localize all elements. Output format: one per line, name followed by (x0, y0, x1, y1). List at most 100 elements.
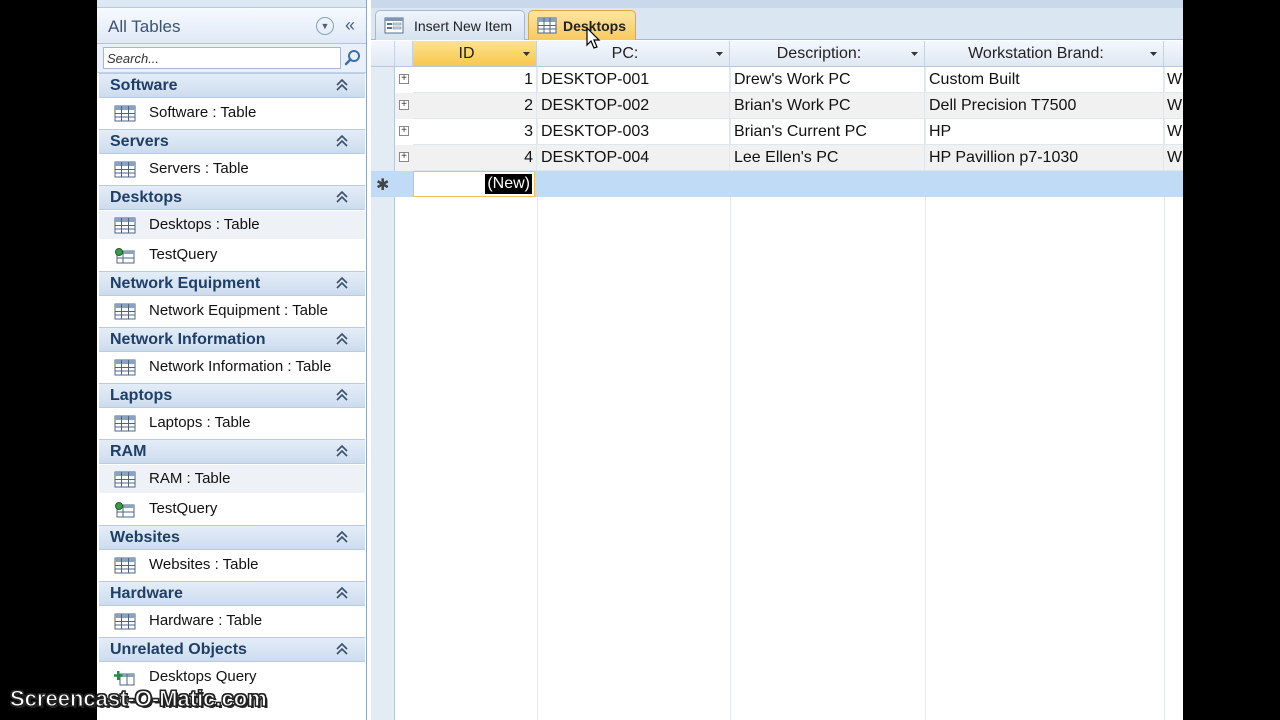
nav-header[interactable]: All Tables ▼ « (97, 8, 366, 44)
collapse-group-icon[interactable] (335, 443, 349, 459)
cell-description[interactable]: Brian's Work PC (730, 93, 925, 119)
nav-search-input[interactable] (103, 47, 341, 69)
table-row[interactable]: +1 DESKTOP-001 Drew's Work PC Custom Built W (395, 67, 1183, 93)
cell-workstation-brand[interactable]: HP Pavillion p7-1030 (925, 145, 1164, 171)
nav-group-label: Laptops (110, 387, 173, 404)
column-header-pc[interactable]: PC: (537, 41, 730, 67)
cell-workstation-brand-text: HP Pavillion p7-1030 (929, 149, 1079, 166)
sort-filter-arrow-icon[interactable] (911, 52, 918, 56)
nav-group-header[interactable]: Websites (99, 525, 365, 550)
cell-id[interactable]: 3 (413, 119, 537, 145)
record-selector[interactable] (371, 145, 395, 171)
sort-filter-arrow-icon[interactable] (716, 52, 723, 56)
nav-item[interactable]: TestQuery (99, 241, 365, 269)
new-record-row[interactable]: ✱ (New) (371, 171, 1183, 197)
nav-item[interactable]: Network Equipment : Table (99, 297, 365, 325)
nav-item-label: Laptops : Table (149, 414, 251, 431)
cell-pc[interactable]: DESKTOP-003 (537, 119, 730, 145)
collapse-group-icon[interactable] (335, 275, 349, 291)
cell-next-column-text: W (1167, 149, 1183, 166)
nav-group-header[interactable]: Software (99, 73, 365, 98)
nav-group-header[interactable]: Desktops (99, 185, 365, 210)
collapse-group-icon[interactable] (335, 641, 349, 657)
table-icon (114, 471, 136, 488)
document-tab-bar: Insert New Item Desktops (371, 0, 1183, 40)
cell-next-column[interactable]: W (1164, 93, 1183, 119)
nav-item[interactable]: Desktops : Table (99, 211, 365, 239)
column-header-workstation-brand[interactable]: Workstation Brand: (925, 41, 1164, 67)
select-all-corner[interactable] (371, 41, 395, 67)
expand-subdatasheet-icon[interactable]: + (399, 100, 409, 110)
column-header-description-label: Description: (776, 45, 862, 62)
nav-title[interactable]: All Tables (108, 17, 180, 37)
cell-id[interactable]: 4 (413, 145, 537, 171)
collapse-group-icon[interactable] (335, 331, 349, 347)
nav-item[interactable]: Software : Table (99, 99, 365, 127)
query-icon (114, 247, 136, 264)
cell-next-column-text: W (1167, 97, 1183, 114)
navigation-pane: All Tables ▼ « Software Software : Table S… (97, 0, 367, 720)
cell-workstation-brand[interactable]: Dell Precision T7500 (925, 93, 1164, 119)
collapse-group-icon[interactable] (335, 133, 349, 149)
expand-subdatasheet-icon[interactable]: + (399, 74, 409, 84)
nav-item[interactable]: Servers : Table (99, 155, 365, 183)
table-icon (114, 613, 136, 630)
cell-workstation-brand[interactable]: HP (925, 119, 1164, 145)
record-selector[interactable] (371, 119, 395, 145)
new-record-id-text: (New) (485, 174, 532, 194)
expand-subdatasheet-icon[interactable]: + (399, 126, 409, 136)
expand-subdatasheet-icon[interactable]: + (399, 152, 409, 162)
record-selector[interactable] (371, 93, 395, 119)
cell-description-text: Brian's Work PC (734, 97, 851, 114)
nav-group-header[interactable]: Network Information (99, 327, 365, 352)
nav-item[interactable]: RAM : Table (99, 465, 365, 493)
nav-item[interactable]: Laptops : Table (99, 409, 365, 437)
nav-item[interactable]: TestQuery (99, 495, 365, 523)
cell-workstation-brand[interactable]: Custom Built (925, 67, 1164, 93)
sort-filter-arrow-icon[interactable] (1150, 52, 1157, 56)
collapse-group-icon[interactable] (335, 77, 349, 93)
cell-next-column[interactable]: W (1164, 145, 1183, 171)
table-row[interactable]: +4 DESKTOP-004 Lee Ellen's PC HP Pavillion … (395, 145, 1183, 171)
collapse-group-icon[interactable] (335, 387, 349, 403)
nav-group-header[interactable]: Unrelated Objects (99, 637, 365, 662)
collapse-group-icon[interactable] (335, 529, 349, 545)
nav-collapse-icon[interactable]: « (341, 16, 359, 35)
nav-group-header[interactable]: Hardware (99, 581, 365, 606)
tab-desktops[interactable]: Desktops (528, 10, 636, 40)
cell-description[interactable]: Brian's Current PC (730, 119, 925, 145)
cell-id[interactable]: 1 (413, 67, 537, 93)
column-header-description[interactable]: Description: (730, 41, 925, 67)
column-header-id[interactable]: ID (413, 41, 537, 67)
cell-pc[interactable]: DESKTOP-004 (537, 145, 730, 171)
new-record-id-cell[interactable]: (New) (413, 171, 535, 197)
nav-item[interactable]: Hardware : Table (99, 607, 365, 635)
nav-menu-chevron-icon[interactable]: ▼ (316, 17, 334, 35)
table-row[interactable]: +2 DESKTOP-002 Brian's Work PC Dell Precisi… (395, 93, 1183, 119)
column-header-next[interactable] (1164, 41, 1183, 67)
cell-pc[interactable]: DESKTOP-002 (537, 93, 730, 119)
nav-item[interactable]: Network Information : Table (99, 353, 365, 381)
cell-id[interactable]: 2 (413, 93, 537, 119)
cell-next-column[interactable]: W (1164, 67, 1183, 93)
cell-description[interactable]: Drew's Work PC (730, 67, 925, 93)
cell-next-column[interactable]: W (1164, 119, 1183, 145)
nav-item-label: Network Information : Table (149, 358, 332, 375)
cell-pc[interactable]: DESKTOP-001 (537, 67, 730, 93)
tab-insert-new-item[interactable]: Insert New Item (375, 10, 525, 40)
cell-description[interactable]: Lee Ellen's PC (730, 145, 925, 171)
collapse-group-icon[interactable] (335, 189, 349, 205)
table-row[interactable]: +3 DESKTOP-003 Brian's Current PC HP W (395, 119, 1183, 145)
nav-group-header[interactable]: RAM (99, 439, 365, 464)
nav-group-header[interactable]: Network Equipment (99, 271, 365, 296)
nav-item-label: TestQuery (149, 246, 218, 263)
nav-group-header[interactable]: Laptops (99, 383, 365, 408)
search-icon[interactable] (343, 48, 363, 68)
sort-filter-arrow-icon[interactable] (523, 52, 530, 56)
nav-item-label: Desktops Query (149, 668, 257, 685)
collapse-group-icon[interactable] (335, 585, 349, 601)
record-selector[interactable] (371, 67, 395, 93)
nav-group-header[interactable]: Servers (99, 129, 365, 154)
nav-group-label: Unrelated Objects (110, 641, 247, 658)
nav-item[interactable]: Websites : Table (99, 551, 365, 579)
